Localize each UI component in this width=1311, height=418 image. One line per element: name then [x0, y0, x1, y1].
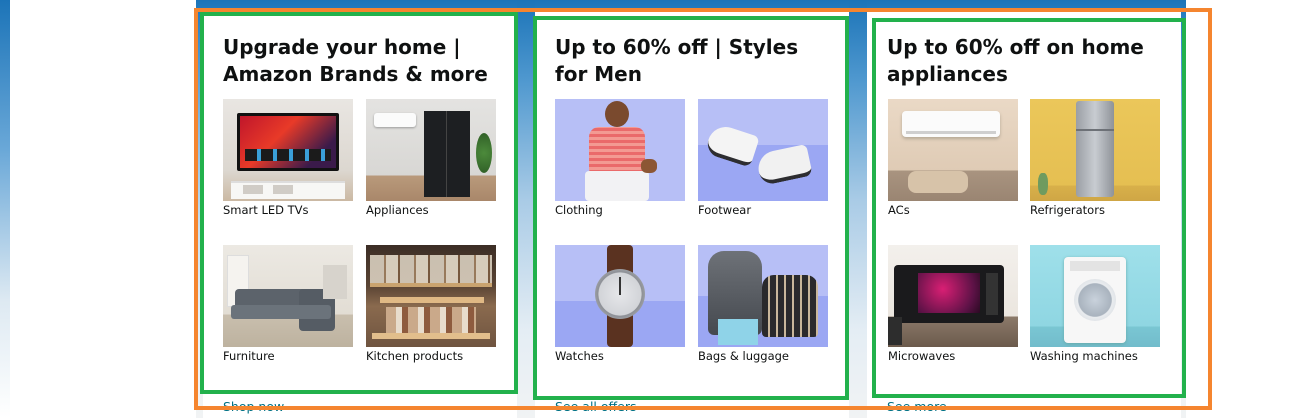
tile-smart-led-tvs[interactable]: Smart LED TVs	[223, 99, 353, 217]
tile-refrigerators[interactable]: Refrigerators	[1030, 99, 1160, 217]
backpack-image[interactable]	[698, 245, 828, 347]
card-upgrade-home: Upgrade your home | Amazon Brands & more…	[203, 12, 517, 418]
tile-kitchen-products[interactable]: Kitchen products	[366, 245, 496, 363]
see-more-link[interactable]: See more	[887, 399, 947, 414]
wristwatch-image[interactable]	[555, 245, 685, 347]
sofa-image[interactable]	[223, 245, 353, 347]
see-all-offers-link[interactable]: See all offers	[555, 399, 636, 414]
tile-label[interactable]: ACs	[888, 203, 1018, 217]
tile-label[interactable]: Washing machines	[1030, 349, 1160, 363]
refrigerator-image[interactable]	[1030, 99, 1160, 201]
microwave-image[interactable]	[888, 245, 1018, 347]
tile-footwear[interactable]: Footwear	[698, 99, 828, 217]
tile-label[interactable]: Kitchen products	[366, 349, 496, 363]
tile-label[interactable]: Smart LED TVs	[223, 203, 353, 217]
tile-watches[interactable]: Watches	[555, 245, 685, 363]
card-home-appliances: Up to 60% off on home appliances ACs Ref…	[867, 12, 1181, 418]
tile-label[interactable]: Refrigerators	[1030, 203, 1160, 217]
tile-acs[interactable]: ACs	[888, 99, 1018, 217]
tile-label[interactable]: Watches	[555, 349, 685, 363]
page-left-edge	[0, 0, 10, 418]
sneakers-image[interactable]	[698, 99, 828, 201]
card-gap	[849, 0, 867, 418]
tile-label[interactable]: Clothing	[555, 203, 685, 217]
card-styles-for-men: Up to 60% off | Styles for Men Clothing …	[535, 12, 849, 418]
tile-bags-luggage[interactable]: Bags & luggage	[698, 245, 828, 363]
tile-label[interactable]: Footwear	[698, 203, 828, 217]
tile-label[interactable]: Appliances	[366, 203, 496, 217]
tile-label[interactable]: Bags & luggage	[698, 349, 828, 363]
smart-tv-image[interactable]	[223, 99, 353, 201]
tile-label[interactable]: Furniture	[223, 349, 353, 363]
kitchen-jars-image[interactable]	[366, 245, 496, 347]
page-right-margin	[1186, 0, 1311, 418]
card-gap	[517, 0, 535, 418]
tile-appliances[interactable]: Appliances	[366, 99, 496, 217]
shop-now-link[interactable]: Shop now	[223, 399, 284, 414]
card-title: Upgrade your home | Amazon Brands & more	[223, 35, 488, 86]
washing-machine-image[interactable]	[1030, 245, 1160, 347]
tile-washing-machines[interactable]: Washing machines	[1030, 245, 1160, 363]
page-left-margin	[0, 0, 196, 418]
tile-label[interactable]: Microwaves	[888, 349, 1018, 363]
man-in-shirt-image[interactable]	[555, 99, 685, 201]
tile-clothing[interactable]: Clothing	[555, 99, 685, 217]
air-conditioner-image[interactable]	[888, 99, 1018, 201]
tile-furniture[interactable]: Furniture	[223, 245, 353, 363]
tile-microwaves[interactable]: Microwaves	[888, 245, 1018, 363]
appliances-image[interactable]	[366, 99, 496, 201]
card-title: Up to 60% off | Styles for Men	[555, 35, 799, 86]
card-title: Up to 60% off on home appliances	[887, 35, 1144, 86]
